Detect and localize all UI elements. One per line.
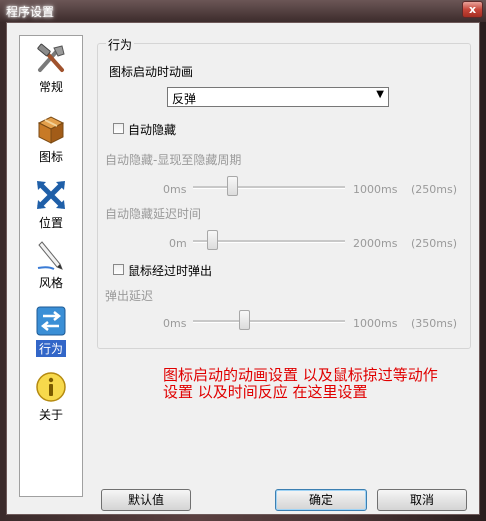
annotation-line: 设置 以及时间反应 在这里设置 (163, 383, 368, 401)
group-title: 行为 (106, 36, 135, 53)
behavior-icon (36, 306, 66, 336)
defaults-button[interactable]: 默认值 (101, 489, 191, 511)
hide-delay-value: (250ms) (411, 237, 458, 250)
popup-delay-max: 1000ms (353, 317, 398, 330)
popup-delay-slider[interactable] (239, 310, 250, 330)
hide-delay-min: 0m (169, 237, 187, 250)
window-title: 程序设置 (6, 5, 55, 19)
cancel-button[interactable]: 取消 (377, 489, 467, 511)
animation-select[interactable]: 反弹 ▼ (167, 87, 389, 107)
settings-window: 程序设置 x 常规 图标 位置 风格 行为 关于 行为 图标启动时动画 反弹 ▼… (0, 0, 486, 521)
sidebar-item-label: 常规 (38, 80, 63, 94)
box-icon (37, 116, 65, 144)
show-hide-period-slider[interactable] (227, 176, 238, 196)
close-button[interactable]: x (462, 1, 483, 18)
popup-delay-value: (350ms) (411, 317, 458, 330)
chevron-down-icon: ▼ (376, 89, 384, 100)
autohide-label: 自动隐藏 (128, 123, 177, 137)
autohide-checkbox[interactable] (113, 123, 124, 134)
ok-button[interactable]: 确定 (275, 489, 367, 511)
show-hide-period-track (193, 186, 345, 189)
popup-delay-label: 弹出延迟 (105, 289, 154, 303)
sidebar-item-behavior[interactable]: 行为 (22, 302, 80, 360)
info-icon (36, 372, 66, 402)
title-bar: 程序设置 x (0, 0, 486, 22)
annotation-text: 图标启动的动画设置 以及鼠标掠过等动作 设置 以及时间反应 在这里设置 (163, 367, 473, 401)
category-sidebar: 常规 图标 位置 风格 行为 关于 (19, 35, 83, 497)
annotation-line: 图标启动的动画设置 以及鼠标掠过等动作 (163, 366, 438, 384)
sidebar-item-label: 关于 (38, 408, 63, 422)
popup-delay-min: 0ms (163, 317, 187, 330)
animation-select-value: 反弹 (172, 92, 197, 106)
tools-icon (37, 43, 65, 72)
pen-icon (37, 241, 63, 270)
client-area: 常规 图标 位置 风格 行为 关于 行为 图标启动时动画 反弹 ▼ 自动隐藏 自… (6, 22, 480, 515)
hover-popup-checkbox[interactable] (113, 264, 124, 275)
sidebar-item-icon[interactable]: 图标 (22, 110, 80, 168)
sidebar-item-label: 图标 (38, 150, 63, 164)
sidebar-item-label: 位置 (38, 216, 63, 230)
sidebar-item-style[interactable]: 风格 (22, 236, 80, 294)
sidebar-item-label: 行为 (36, 340, 66, 357)
sidebar-item-label: 风格 (38, 276, 63, 290)
show-hide-period-min: 0ms (163, 183, 187, 196)
hide-delay-label: 自动隐藏延迟时间 (105, 207, 202, 221)
sidebar-item-general[interactable]: 常规 (22, 40, 80, 98)
hide-delay-slider[interactable] (207, 230, 218, 250)
sidebar-item-position[interactable]: 位置 (22, 176, 80, 234)
close-icon: x (468, 3, 477, 16)
animation-label: 图标启动时动画 (109, 65, 194, 79)
hover-popup-label: 鼠标经过时弹出 (128, 264, 213, 278)
sidebar-item-about[interactable]: 关于 (22, 368, 80, 426)
show-hide-period-value: (250ms) (411, 183, 458, 196)
show-hide-period-label: 自动隐藏-显现至隐藏周期 (105, 153, 242, 167)
hide-delay-max: 2000ms (353, 237, 398, 250)
arrows-icon (37, 181, 65, 209)
show-hide-period-max: 1000ms (353, 183, 398, 196)
popup-delay-track (193, 320, 345, 323)
